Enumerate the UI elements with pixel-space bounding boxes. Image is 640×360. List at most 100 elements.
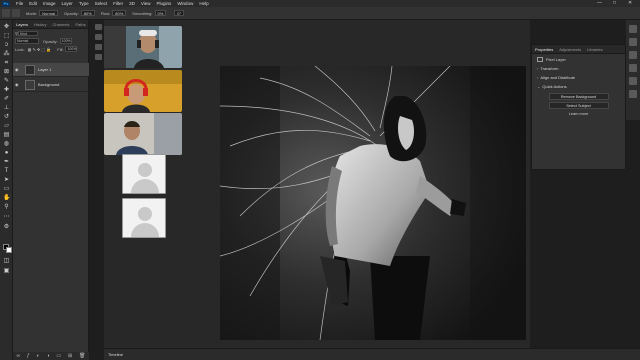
shape-tool-icon[interactable]: ▭	[3, 186, 10, 192]
blur-tool-icon[interactable]: ◍	[3, 141, 10, 147]
brush-tool-icon[interactable]: ✐	[3, 96, 10, 102]
visibility-eye-icon[interactable]: ◉	[15, 67, 21, 72]
menu-type[interactable]: Type	[76, 1, 92, 6]
type-tool-icon[interactable]: T	[3, 168, 10, 174]
tab-channels[interactable]: Channels	[49, 22, 72, 27]
dark-figure-painting	[220, 66, 526, 340]
clone-stamp-tool-icon[interactable]: ⊥	[3, 105, 10, 111]
flow-input[interactable]: 80%	[112, 10, 127, 16]
mode-option[interactable]: Mode: Normal	[26, 10, 59, 16]
fx-icon[interactable]: ƒ	[27, 353, 30, 359]
menu-filter[interactable]: Filter	[110, 1, 126, 6]
menu-image[interactable]: Image	[40, 1, 59, 6]
menu-file[interactable]: File	[13, 1, 26, 6]
menu-plugins[interactable]: Plugins	[154, 1, 175, 6]
path-select-tool-icon[interactable]: ➤	[3, 177, 10, 183]
zoom-tool-icon[interactable]: ⚲	[3, 204, 10, 210]
smoothing-input[interactable]: 0%	[154, 10, 167, 16]
adjustments-panel-icon[interactable]	[629, 51, 637, 59]
brush-preset-icon[interactable]	[12, 9, 20, 17]
link-layers-icon[interactable]: ∞	[16, 353, 20, 359]
add-mask-icon[interactable]: ◐	[37, 353, 40, 359]
lock-icons[interactable]: ▦ ✎ ✥ ⬚ 🔒	[28, 47, 52, 52]
eyedropper-tool-icon[interactable]: ✎	[3, 78, 10, 84]
menu-edit[interactable]: Edit	[26, 1, 40, 6]
flow-option[interactable]: Flow: 80%	[101, 10, 127, 16]
delete-layer-icon[interactable]: 🗑	[79, 353, 85, 359]
angle-option[interactable]: 0°	[172, 10, 185, 16]
layer-row-layer-1[interactable]: ◉ Layer 1	[13, 63, 89, 77]
smoothing-option[interactable]: Smoothing: 0%	[132, 10, 167, 16]
panel-icon[interactable]	[94, 44, 102, 50]
quick-mask-icon[interactable]: ◫	[3, 258, 10, 264]
menu-help[interactable]: Help	[196, 1, 211, 6]
tab-history[interactable]: History	[31, 22, 49, 27]
menu-window[interactable]: Window	[174, 1, 196, 6]
healing-brush-tool-icon[interactable]: ✚	[3, 87, 10, 93]
learn-more-link[interactable]: Learn more	[532, 112, 625, 116]
layer-opacity-input[interactable]: 100%	[59, 38, 72, 44]
angle-input[interactable]: 0°	[174, 10, 185, 16]
select-subject-button[interactable]: Select Subject	[548, 102, 609, 109]
layers-panel-icon[interactable]	[629, 90, 637, 98]
menu-layer[interactable]: Layer	[59, 1, 76, 6]
home-icon[interactable]	[2, 9, 10, 17]
tab-layers[interactable]: Layers	[13, 22, 31, 27]
pen-tool-icon[interactable]: ✒	[3, 159, 10, 165]
brushes-panel-icon[interactable]	[629, 64, 637, 72]
marquee-tool-icon[interactable]: ⬚	[3, 33, 10, 39]
menu-select[interactable]: Select	[92, 1, 111, 6]
opacity-option[interactable]: Opacity: 80%	[64, 10, 95, 16]
webcam-placeholder-2	[122, 198, 166, 238]
new-layer-icon[interactable]: ⊞	[68, 353, 72, 359]
section-transform[interactable]: › Transform	[532, 64, 625, 73]
panel-icon[interactable]	[94, 34, 102, 40]
more-tools-icon[interactable]: ⋯	[3, 214, 10, 220]
gradient-tool-icon[interactable]: ▤	[3, 132, 10, 138]
crop-tool-icon[interactable]: ⌗	[3, 60, 10, 66]
move-tool-icon[interactable]: ✥	[3, 24, 10, 30]
visibility-eye-icon[interactable]: ◉	[15, 82, 21, 87]
close-icon[interactable]: ✕	[628, 0, 632, 6]
tab-libraries[interactable]: Libraries	[584, 47, 605, 52]
artwork-canvas[interactable]	[220, 66, 526, 340]
properties-panel-icon[interactable]	[629, 77, 637, 85]
swatches-panel-icon[interactable]	[629, 38, 637, 46]
remove-background-button[interactable]: Remove Background	[548, 93, 609, 100]
frame-tool-icon[interactable]: ⊠	[3, 69, 10, 75]
timeline-panel[interactable]: Timeline	[104, 348, 640, 360]
minimize-icon[interactable]: —	[597, 0, 602, 6]
quick-select-tool-icon[interactable]: ⁂	[3, 51, 10, 57]
tab-properties[interactable]: Properties	[532, 47, 556, 52]
hand-tool-icon[interactable]: ✋	[3, 195, 10, 201]
panel-icon[interactable]	[94, 54, 102, 60]
photoshop-logo[interactable]: Ps	[2, 0, 10, 7]
screen-mode-icon[interactable]: ▣	[3, 268, 10, 274]
lasso-tool-icon[interactable]: ↄ	[3, 42, 10, 48]
menu-view[interactable]: View	[138, 1, 154, 6]
panel-icon[interactable]	[94, 24, 102, 30]
history-brush-tool-icon[interactable]: ↺	[3, 114, 10, 120]
layer-fill-input[interactable]: 100%	[65, 46, 78, 52]
layer-row-background[interactable]: ◉ Background	[13, 78, 89, 92]
layer-kind-select[interactable]: Kind	[17, 30, 38, 36]
color-panel-icon[interactable]	[629, 25, 637, 33]
menu-3d[interactable]: 3D	[126, 1, 138, 6]
section-quick-actions[interactable]: ⌄ Quick Actions	[532, 82, 625, 91]
section-align-distribute[interactable]: › Align and Distribute	[532, 73, 625, 82]
layer-name: Layer 1	[38, 67, 52, 72]
webcam-person-headset	[104, 26, 182, 68]
new-group-icon[interactable]: ▭	[56, 353, 61, 359]
tab-adjustments[interactable]: Adjustments	[556, 47, 584, 52]
edit-toolbar-icon[interactable]: ⚙	[3, 224, 10, 230]
maximize-icon[interactable]: □	[613, 0, 616, 6]
background-color-swatch[interactable]	[6, 247, 12, 253]
dodge-tool-icon[interactable]: ●	[3, 150, 10, 156]
blend-mode-select[interactable]: Normal	[15, 38, 39, 44]
tab-paths[interactable]: Paths	[72, 22, 88, 27]
opacity-input[interactable]: 80%	[80, 10, 95, 16]
eraser-tool-icon[interactable]: ▱	[3, 123, 10, 129]
adjustment-layer-icon[interactable]: ◑	[47, 353, 50, 359]
mode-select[interactable]: Normal	[39, 10, 59, 16]
section-label: Transform	[540, 66, 559, 71]
